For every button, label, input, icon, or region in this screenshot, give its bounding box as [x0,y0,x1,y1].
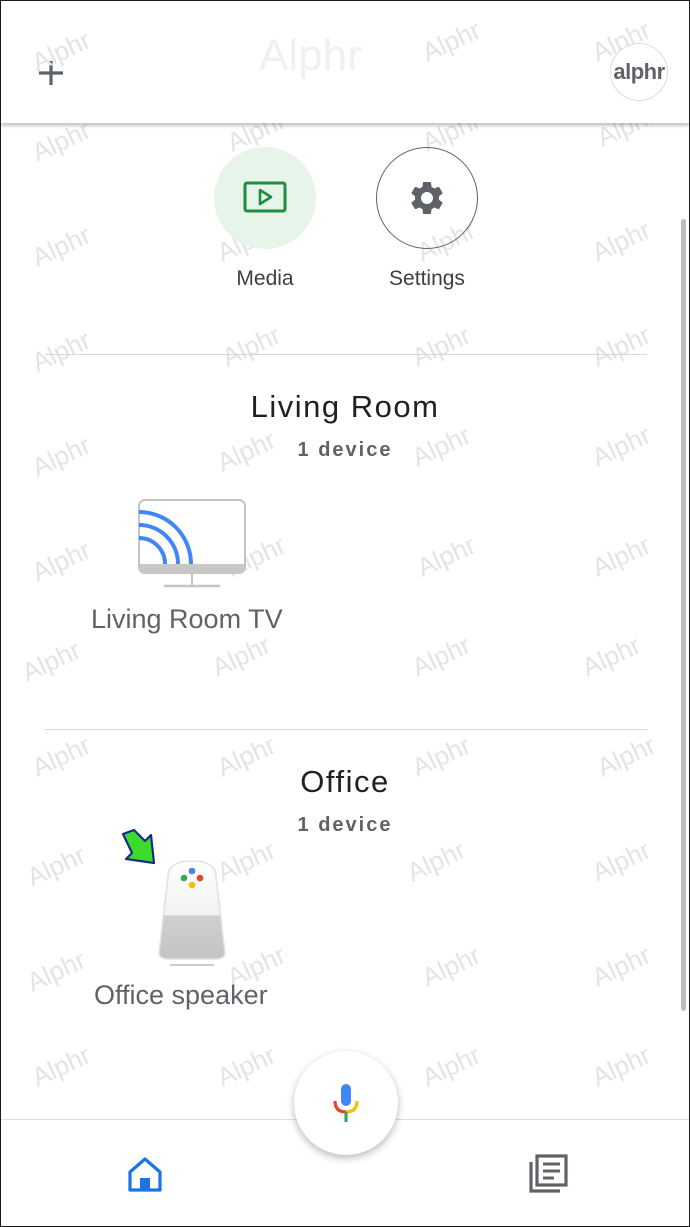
room-device-count: 1 device [297,439,393,461]
top-app-bar: Alphr Alphr Alphr Alphr alphr [1,1,689,123]
watermark: Alphr [27,324,95,378]
media-button[interactable]: Media [214,147,316,291]
device-label-living-room-tv[interactable]: Living Room TV [91,604,283,635]
nav-home-tab[interactable] [125,1154,165,1194]
feed-icon [529,1154,568,1193]
watermark: Alphr [587,834,655,888]
room-device-count: 1 device [297,814,393,836]
watermark: Alphr [417,939,485,993]
scrollbar[interactable] [681,219,686,1011]
cast-tv-icon [138,499,246,588]
device-label-office-speaker[interactable]: Office speaker [94,980,268,1011]
add-button[interactable] [31,53,71,93]
settings-icon-circle [376,147,478,249]
watermark: Alphr [207,629,275,683]
watermark: Alphr [587,1039,655,1093]
watermark: Alphr [587,939,655,993]
room-title-office[interactable]: Office [1,764,689,800]
watermark: Alphr [412,529,480,583]
media-icon-circle [214,147,316,249]
watermark: Alphr [212,1039,280,1093]
plus-icon [39,61,63,85]
gear-icon [411,182,443,214]
watermark: Alphr [587,214,655,268]
settings-button[interactable]: Settings [376,147,478,291]
media-label: Media [236,267,294,290]
device-living-room-tv[interactable] [137,498,247,590]
settings-label: Settings [389,267,465,290]
assistant-mic-button[interactable] [294,1051,398,1155]
watermark: Alphr [402,834,470,888]
watermark: Alphr [22,944,90,998]
watermark: Alphr [27,534,95,588]
watermark: Alphr [217,319,285,373]
watermark-title: Alphr [259,31,362,80]
nav-feed-tab[interactable] [527,1153,569,1195]
room-title-living-room[interactable]: Living Room [1,389,689,425]
watermark: Alphr [417,14,485,68]
watermark: Alphr [417,1039,485,1093]
divider [45,354,647,355]
app-frame: Alphr Alphr Alphr Alphr Alphr Alphr Alph… [0,0,690,1227]
watermark: Alphr [27,1039,95,1093]
watermark: Alphr [22,839,90,893]
watermark: Alphr [587,319,655,373]
smart-speaker-icon [158,860,226,966]
watermark: Alphr [27,219,95,273]
watermark: Alphr [587,529,655,583]
divider [45,729,647,730]
mic-icon [333,1084,359,1122]
watermark: Alphr [407,319,475,373]
watermark: Alphr [17,634,85,688]
home-icon [128,1157,162,1192]
device-office-speaker[interactable] [156,857,228,969]
arrow-pointer-icon [121,828,156,865]
watermark: Alphr [577,629,645,683]
account-avatar[interactable]: alphr [610,43,668,101]
watermark: Alphr [407,629,475,683]
media-icon [243,181,287,213]
